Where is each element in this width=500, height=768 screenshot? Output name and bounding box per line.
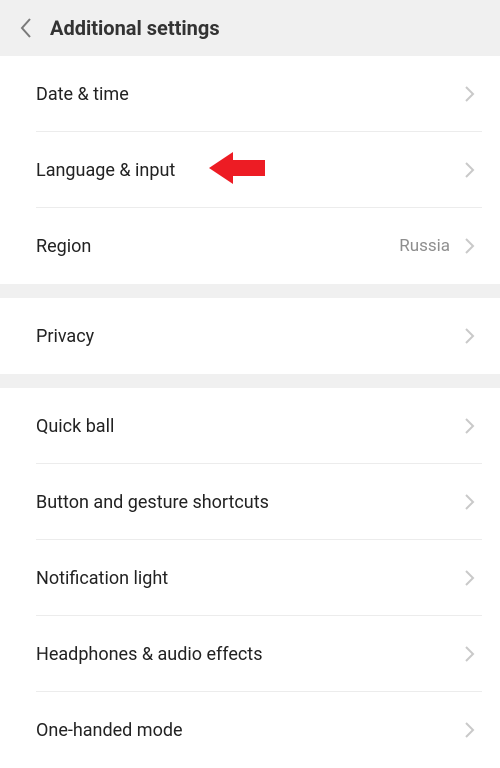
chevron-right-icon — [464, 644, 476, 664]
chevron-right-icon — [464, 84, 476, 104]
item-label: Date & time — [36, 84, 464, 105]
item-label: Button and gesture shortcuts — [36, 492, 464, 513]
item-one-handed-mode[interactable]: One-handed mode — [0, 692, 500, 768]
item-label: Notification light — [36, 568, 464, 589]
chevron-right-icon — [464, 720, 476, 740]
chevron-right-icon — [464, 416, 476, 436]
item-label: One-handed mode — [36, 720, 464, 741]
item-label: Quick ball — [36, 416, 464, 437]
item-label: Region — [36, 236, 399, 257]
item-label: Headphones & audio effects — [36, 644, 464, 665]
item-privacy[interactable]: Privacy — [0, 298, 500, 374]
item-label: Privacy — [36, 326, 464, 347]
item-quick-ball[interactable]: Quick ball — [0, 388, 500, 464]
chevron-right-icon — [464, 160, 476, 180]
item-value: Russia — [399, 236, 450, 256]
item-date-time[interactable]: Date & time — [0, 56, 500, 132]
chevron-right-icon — [464, 326, 476, 346]
item-notification-light[interactable]: Notification light — [0, 540, 500, 616]
section-features: Quick ball Button and gesture shortcuts … — [0, 388, 500, 768]
item-language-input[interactable]: Language & input — [0, 132, 500, 208]
section-general: Date & time Language & input Region Russ… — [0, 56, 500, 284]
chevron-right-icon — [464, 568, 476, 588]
section-privacy: Privacy — [0, 298, 500, 374]
chevron-right-icon — [464, 492, 476, 512]
header: Additional settings — [0, 0, 500, 56]
item-button-gesture-shortcuts[interactable]: Button and gesture shortcuts — [0, 464, 500, 540]
back-icon[interactable] — [12, 14, 40, 42]
chevron-right-icon — [464, 236, 476, 256]
item-region[interactable]: Region Russia — [0, 208, 500, 284]
item-headphones-audio[interactable]: Headphones & audio effects — [0, 616, 500, 692]
page-title: Additional settings — [50, 16, 220, 40]
annotation-arrow-icon — [209, 150, 265, 190]
